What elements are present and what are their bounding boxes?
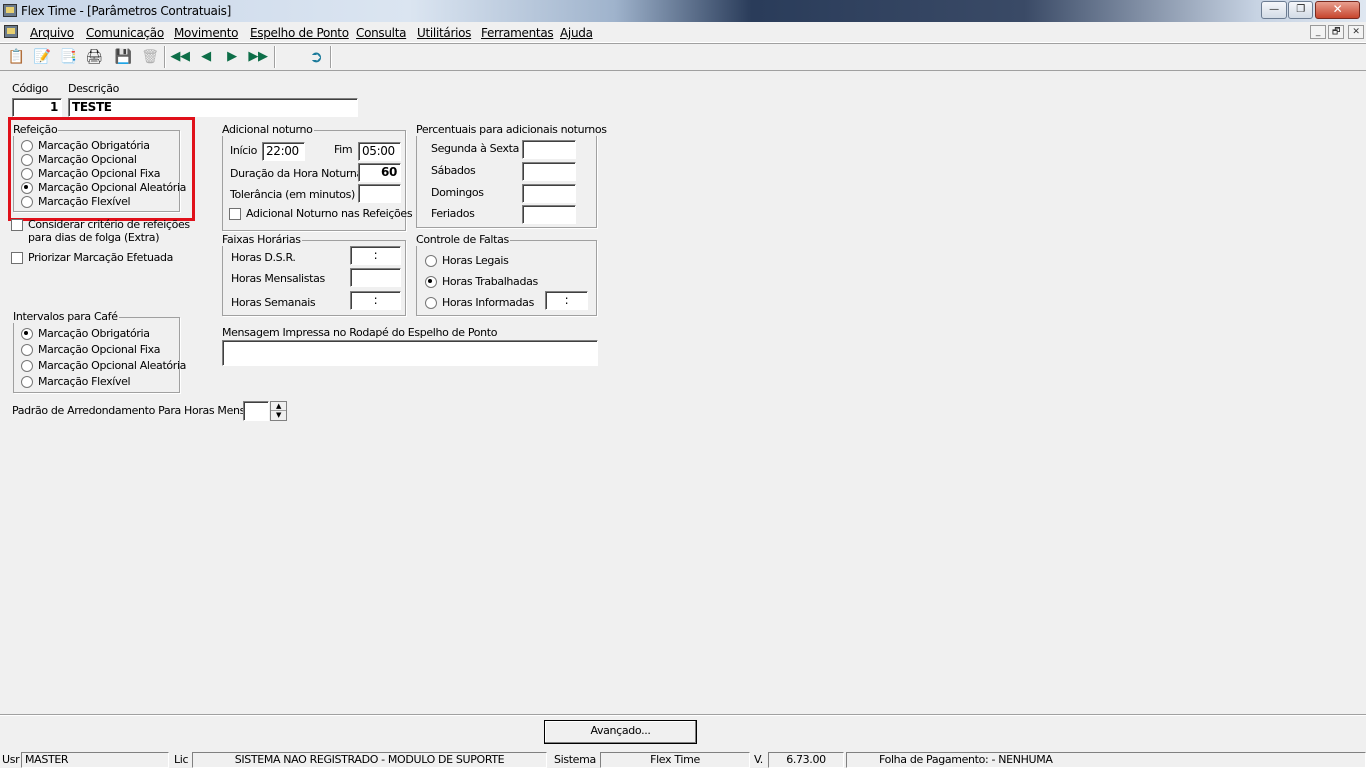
lic-value: SISTEMA NAO REGISTRADO - MODULO DE SUPOR…: [192, 752, 547, 768]
print-icon[interactable]: 🖨: [84, 47, 104, 67]
sabados-field[interactable]: [522, 162, 576, 181]
faltas-option-trabalhadas[interactable]: Horas Trabalhadas: [425, 275, 538, 288]
new-record-icon[interactable]: 📋: [6, 47, 26, 67]
codigo-field[interactable]: 1: [12, 98, 62, 117]
descricao-field[interactable]: TESTE: [68, 98, 358, 117]
document-icon: [4, 25, 18, 38]
faltas-option-informadas[interactable]: Horas Informadas: [425, 296, 534, 309]
spin-down-icon[interactable]: ▼: [271, 411, 286, 420]
domingos-field[interactable]: [522, 184, 576, 203]
version-label: V.: [754, 753, 763, 766]
dsr-field[interactable]: :: [350, 246, 401, 265]
sabados-label: Sábados: [431, 164, 476, 177]
semanais-field[interactable]: :: [350, 291, 401, 310]
toolbar-separator: [330, 46, 332, 68]
spin-up-icon[interactable]: ▲: [271, 402, 286, 411]
inicio-label: Início: [230, 144, 258, 157]
descricao-label: Descrição: [68, 82, 119, 95]
mensagem-field[interactable]: [222, 340, 598, 366]
adicional-refeicoes-checkbox[interactable]: Adicional Noturno nas Refeições: [229, 207, 413, 220]
padrao-spinner[interactable]: ▲ ▼: [270, 401, 287, 421]
next-record-icon[interactable]: ▶: [222, 47, 242, 67]
faixas-horarias-title: Faixas Horárias: [221, 233, 302, 246]
duracao-field[interactable]: 60: [358, 163, 401, 182]
semanais-label: Horas Semanais: [231, 296, 316, 309]
menu-consulta[interactable]: Consulta: [356, 26, 406, 40]
faltas-option-legais[interactable]: Horas Legais: [425, 254, 509, 267]
tolerancia-field[interactable]: [358, 184, 401, 203]
mdi-restore-button[interactable]: 🗗: [1328, 25, 1344, 39]
cafe-option-obrigatoria[interactable]: Marcação Obrigatória: [21, 327, 150, 340]
menu-arquivo[interactable]: Arquivo: [30, 26, 74, 40]
cafe-option-flexivel[interactable]: Marcação Flexível: [21, 375, 131, 388]
menu-bar: Arquivo Comunicação Movimento Espelho de…: [0, 22, 1366, 43]
adicional-noturno-title: Adicional noturno: [221, 123, 314, 136]
first-record-icon[interactable]: ◀◀: [170, 47, 190, 67]
toolbar: 📋 📝 📑 🖨 💾 🗑 ◀◀ ◀ ▶ ▶▶ ➲: [0, 43, 1366, 71]
codigo-label: Código: [12, 82, 49, 95]
duracao-label: Duração da Hora Noturna: [230, 167, 363, 180]
padrao-arredondamento-field[interactable]: [243, 401, 269, 421]
horas-informadas-field[interactable]: :: [545, 291, 588, 310]
app-icon: [3, 4, 17, 17]
intervalos-cafe-title: Intervalos para Café: [12, 310, 119, 323]
cafe-option-opcional-aleatoria[interactable]: Marcação Opcional Aleatória: [21, 359, 186, 372]
mdi-close-button[interactable]: ✕: [1348, 25, 1364, 39]
usr-label: Usr: [2, 753, 20, 766]
domingos-label: Domingos: [431, 186, 484, 199]
feriados-field[interactable]: [522, 205, 576, 224]
feriados-label: Feriados: [431, 207, 475, 220]
mensagem-label: Mensagem Impressa no Rodapé do Espelho d…: [222, 326, 498, 339]
maximize-button[interactable]: ❐: [1288, 1, 1313, 19]
segunda-sexta-field[interactable]: [522, 140, 576, 159]
title-bar: Flex Time - [Parâmetros Contratuais] — ❐…: [0, 0, 1366, 22]
folha-pagamento-value: Folha de Pagamento: - NENHUMA: [846, 752, 1366, 768]
toolbar-separator: [274, 46, 276, 68]
delete-icon[interactable]: 🗑: [140, 47, 160, 67]
mensalistas-field[interactable]: [350, 268, 401, 287]
controle-faltas-title: Controle de Faltas: [415, 233, 510, 246]
menu-ajuda[interactable]: Ajuda: [560, 26, 593, 40]
dsr-label: Horas D.S.R.: [231, 251, 296, 264]
window-title: Flex Time - [Parâmetros Contratuais]: [21, 4, 231, 18]
copy-record-icon[interactable]: 📑: [58, 47, 78, 67]
minimize-button[interactable]: —: [1261, 1, 1287, 19]
status-bar: Usr MASTER Lic SISTEMA NAO REGISTRADO - …: [0, 752, 1366, 768]
sistema-label: Sistema: [554, 753, 596, 766]
mensalistas-label: Horas Mensalistas: [231, 272, 325, 285]
cafe-option-opcional-fixa[interactable]: Marcação Opcional Fixa: [21, 343, 161, 356]
considerar-checkbox[interactable]: Considerar critério de refeições: [11, 218, 190, 231]
menu-ferramentas[interactable]: Ferramentas: [481, 26, 554, 40]
fim-field[interactable]: 05:00: [358, 142, 401, 161]
menu-utilitarios[interactable]: Utilitários: [417, 26, 471, 40]
edit-record-icon[interactable]: 📝: [32, 47, 52, 67]
priorizar-checkbox[interactable]: Priorizar Marcação Efetuada: [11, 251, 173, 264]
save-icon[interactable]: 💾: [113, 47, 133, 67]
padrao-arredondamento-label: Padrão de Arredondamento Para Horas Mens…: [12, 404, 260, 417]
menu-movimento[interactable]: Movimento: [174, 26, 238, 40]
previous-record-icon[interactable]: ◀: [196, 47, 216, 67]
exit-icon[interactable]: ➲: [306, 47, 326, 67]
version-value: 6.73.00: [768, 752, 844, 768]
considerar-checkbox-label-2: para dias de folga (Extra): [28, 231, 160, 244]
avancado-button[interactable]: Avançado...: [544, 720, 697, 744]
segunda-sexta-label: Segunda à Sexta: [431, 142, 520, 155]
sistema-value: Flex Time: [600, 752, 750, 768]
tolerancia-label: Tolerância (em minutos): [230, 188, 355, 201]
close-button[interactable]: ✕: [1315, 1, 1360, 19]
highlight-box: [8, 117, 195, 221]
percentuais-title: Percentuais para adicionais noturnos: [415, 123, 608, 136]
menu-comunicacao[interactable]: Comunicação: [86, 26, 164, 40]
usr-value: MASTER: [21, 752, 169, 768]
fim-label: Fim: [334, 143, 353, 156]
toolbar-separator: [164, 46, 166, 68]
mdi-minimize-button[interactable]: _: [1310, 25, 1326, 39]
inicio-field[interactable]: 22:00: [262, 142, 305, 161]
lic-label: Lic: [174, 753, 189, 766]
last-record-icon[interactable]: ▶▶: [248, 47, 268, 67]
menu-espelho-de-ponto[interactable]: Espelho de Ponto: [250, 26, 349, 40]
